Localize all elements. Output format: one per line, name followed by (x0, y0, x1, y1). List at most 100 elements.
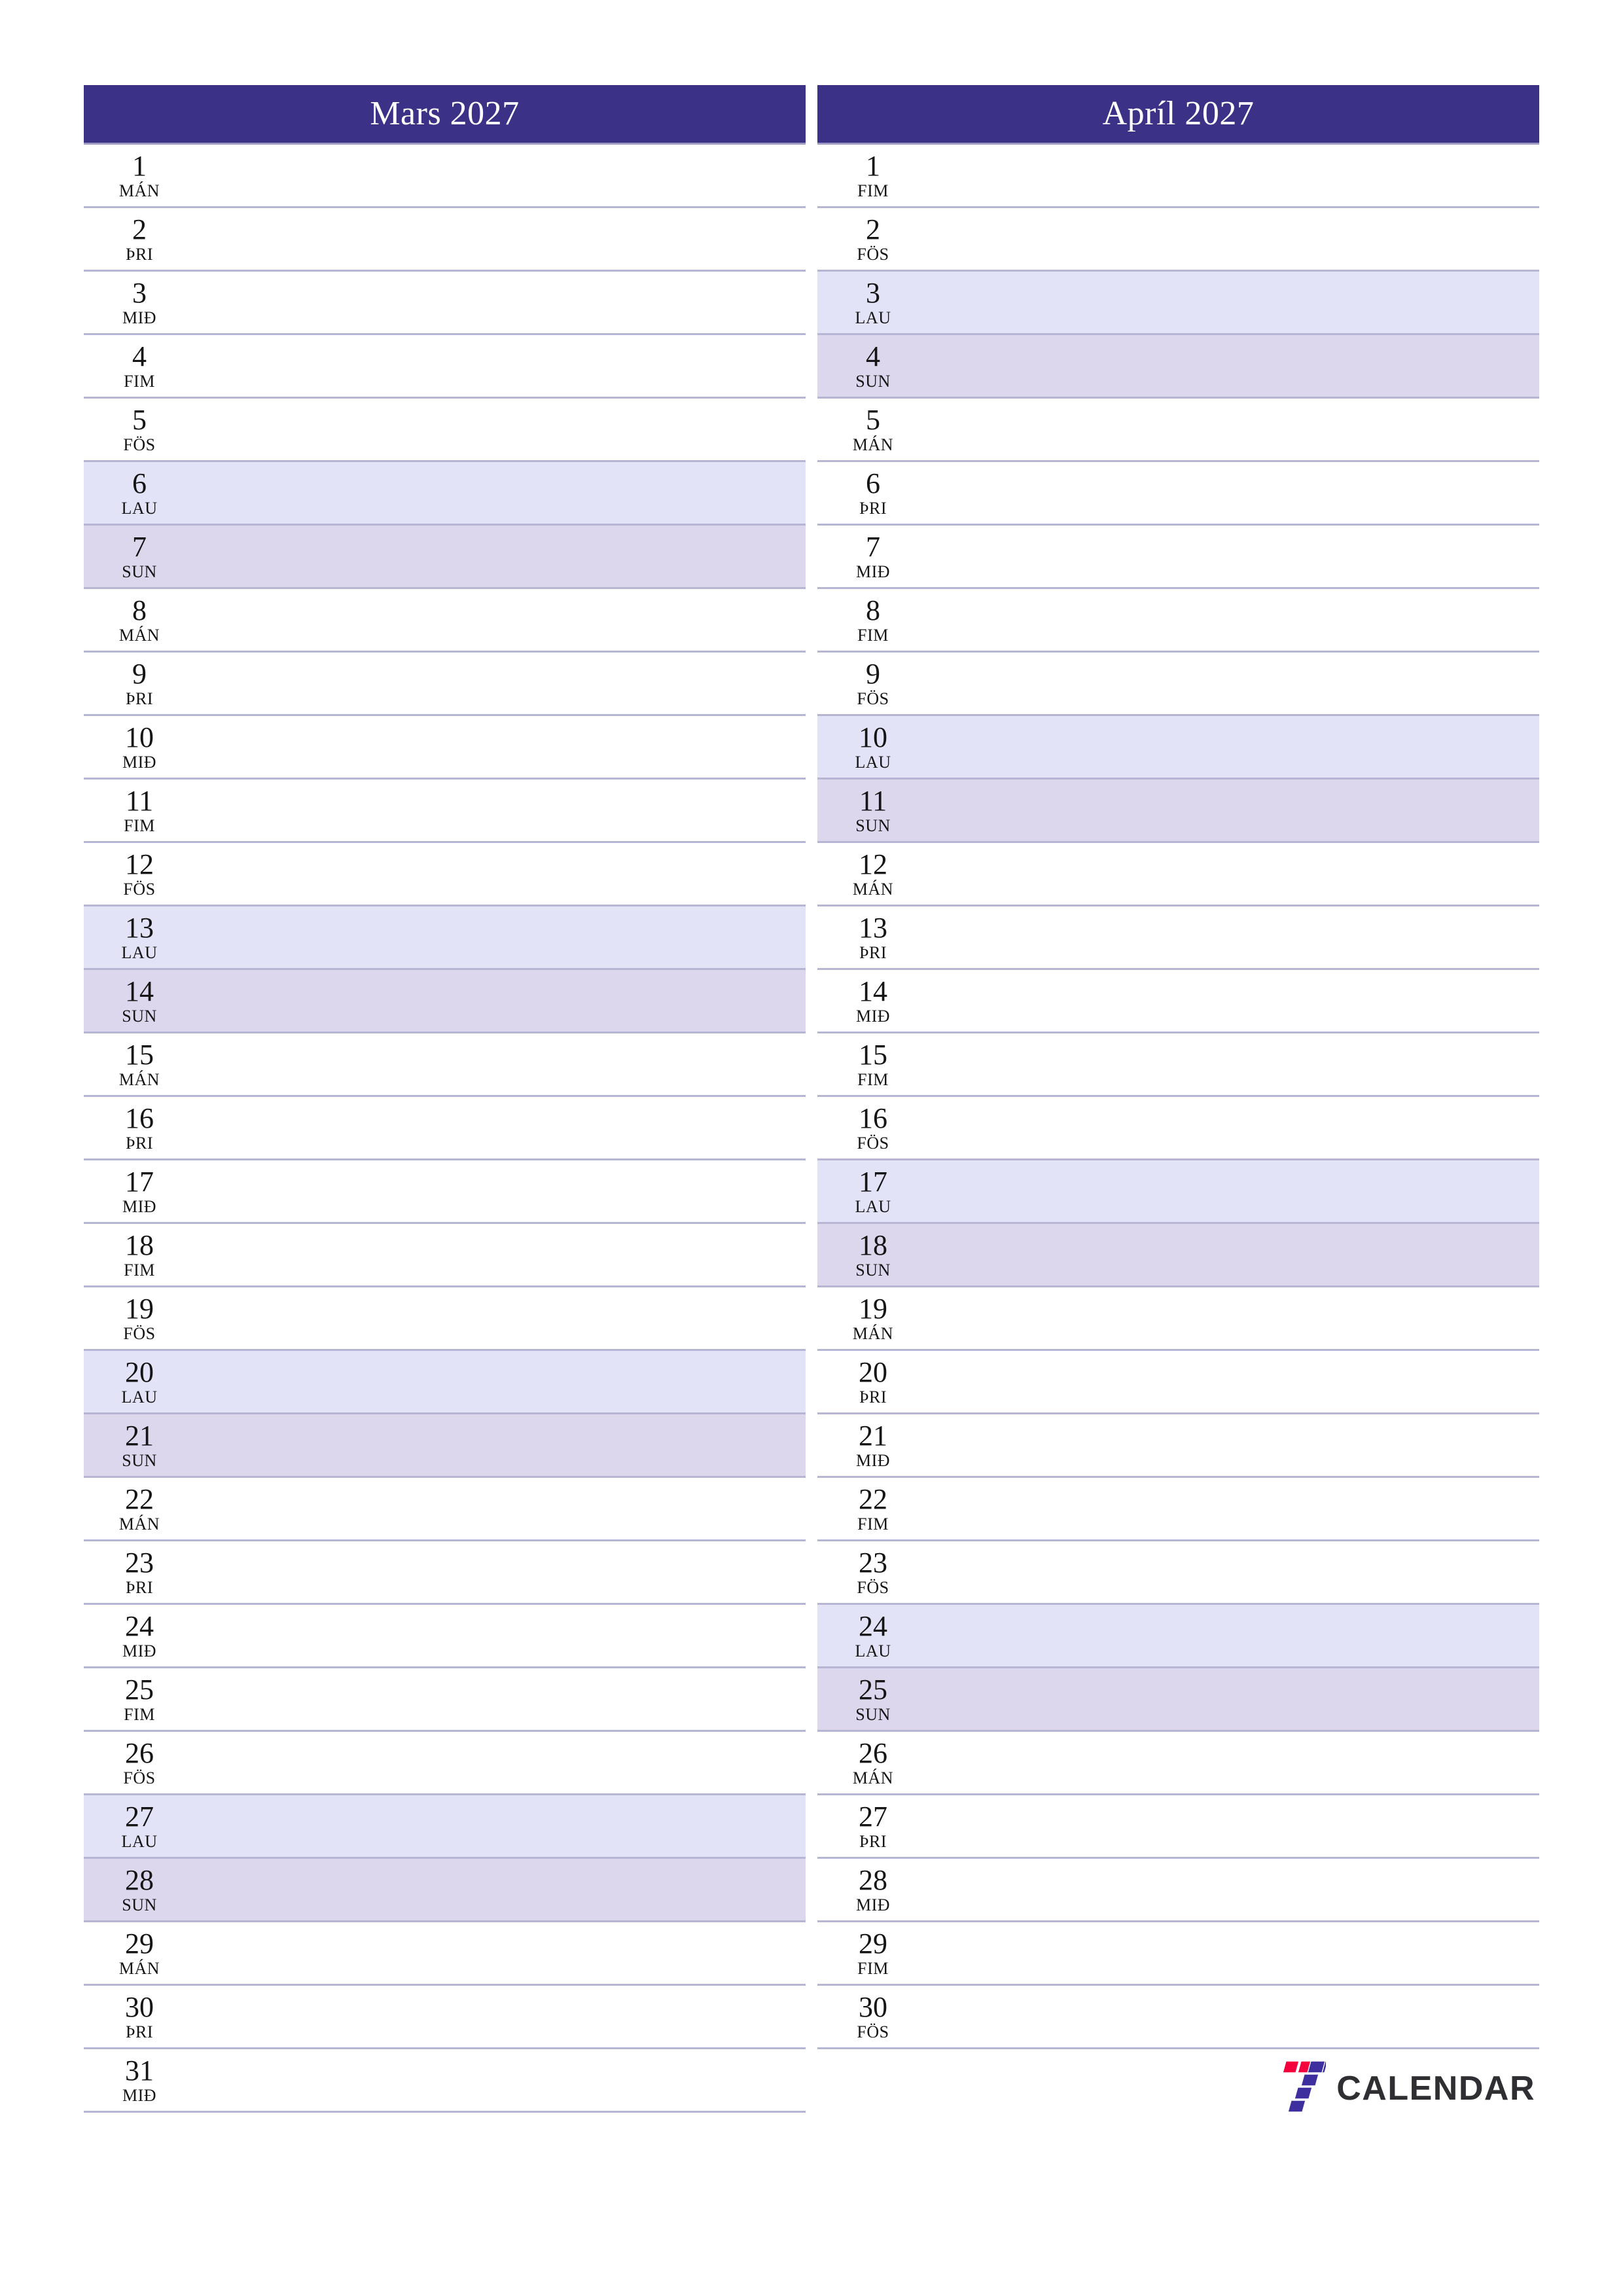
day-row[interactable]: 2 ÞRI (84, 208, 806, 272)
day-row[interactable]: 3 MIÐ (84, 272, 806, 335)
day-row[interactable]: 4 FIM (84, 335, 806, 399)
day-notes-area[interactable] (929, 1795, 1539, 1857)
day-row[interactable]: 6 LAU (84, 462, 806, 526)
day-notes-area[interactable] (195, 906, 806, 968)
day-row[interactable]: 5 FÖS (84, 399, 806, 462)
day-row[interactable]: 21 SUN (84, 1414, 806, 1478)
day-notes-area[interactable] (195, 970, 806, 1031)
day-row[interactable]: 8 FIM (817, 589, 1539, 653)
day-row[interactable]: 14 MIÐ (817, 970, 1539, 1033)
day-row[interactable]: 11 SUN (817, 780, 1539, 843)
day-notes-area[interactable] (195, 208, 806, 270)
day-row[interactable]: 3 LAU (817, 272, 1539, 335)
day-row[interactable]: 9 ÞRI (84, 653, 806, 716)
day-notes-area[interactable] (195, 399, 806, 460)
day-notes-area[interactable] (195, 1478, 806, 1539)
day-notes-area[interactable] (195, 1541, 806, 1603)
day-row[interactable]: 11 FIM (84, 780, 806, 843)
day-notes-area[interactable] (929, 1732, 1539, 1793)
day-notes-area[interactable] (195, 1986, 806, 2047)
day-notes-area[interactable] (195, 462, 806, 524)
day-notes-area[interactable] (929, 780, 1539, 841)
day-row[interactable]: 30 FÖS (817, 1986, 1539, 2049)
day-row[interactable]: 22 FIM (817, 1478, 1539, 1541)
day-notes-area[interactable] (929, 1859, 1539, 1920)
day-row[interactable]: 1 FIM (817, 145, 1539, 208)
day-row[interactable]: 17 MIÐ (84, 1160, 806, 1224)
day-notes-area[interactable] (195, 335, 806, 397)
day-row[interactable]: 26 MÁN (817, 1732, 1539, 1795)
day-notes-area[interactable] (195, 1732, 806, 1793)
day-notes-area[interactable] (195, 1097, 806, 1158)
day-row[interactable]: 21 MIÐ (817, 1414, 1539, 1478)
day-notes-area[interactable] (195, 1033, 806, 1095)
day-notes-area[interactable] (929, 1986, 1539, 2047)
day-notes-area[interactable] (195, 1668, 806, 1730)
day-row[interactable]: 7 MIÐ (817, 526, 1539, 589)
day-row[interactable]: 24 MIÐ (84, 1605, 806, 1668)
day-notes-area[interactable] (929, 1478, 1539, 1539)
day-row[interactable]: 28 MIÐ (817, 1859, 1539, 1922)
day-notes-area[interactable] (195, 843, 806, 905)
day-notes-area[interactable] (929, 145, 1539, 206)
day-row[interactable]: 17 LAU (817, 1160, 1539, 1224)
day-notes-area[interactable] (195, 1224, 806, 1285)
day-row[interactable]: 16 ÞRI (84, 1097, 806, 1160)
day-notes-area[interactable] (929, 1351, 1539, 1412)
day-notes-area[interactable] (929, 1922, 1539, 1984)
day-notes-area[interactable] (929, 1160, 1539, 1222)
day-notes-area[interactable] (195, 1922, 806, 1984)
day-notes-area[interactable] (929, 906, 1539, 968)
day-notes-area[interactable] (929, 1287, 1539, 1349)
day-row[interactable]: 18 FIM (84, 1224, 806, 1287)
day-notes-area[interactable] (929, 589, 1539, 651)
day-notes-area[interactable] (195, 1414, 806, 1476)
day-notes-area[interactable] (195, 653, 806, 714)
day-row[interactable]: 2 FÖS (817, 208, 1539, 272)
day-row[interactable]: 13 LAU (84, 906, 806, 970)
day-notes-area[interactable] (929, 462, 1539, 524)
day-row[interactable]: 27 ÞRI (817, 1795, 1539, 1859)
day-row[interactable]: 25 SUN (817, 1668, 1539, 1732)
day-row[interactable]: 15 MÁN (84, 1033, 806, 1097)
day-notes-area[interactable] (929, 970, 1539, 1031)
day-notes-area[interactable] (195, 780, 806, 841)
day-notes-area[interactable] (929, 653, 1539, 714)
day-notes-area[interactable] (195, 1795, 806, 1857)
day-row[interactable]: 19 MÁN (817, 1287, 1539, 1351)
day-row[interactable]: 29 MÁN (84, 1922, 806, 1986)
day-row[interactable]: 19 FÖS (84, 1287, 806, 1351)
day-notes-area[interactable] (195, 272, 806, 333)
day-row[interactable]: 31 MIÐ (84, 2049, 806, 2113)
day-row[interactable]: 10 LAU (817, 716, 1539, 780)
day-notes-area[interactable] (195, 526, 806, 587)
day-notes-area[interactable] (929, 399, 1539, 460)
day-notes-area[interactable] (929, 1097, 1539, 1158)
day-row[interactable]: 6 ÞRI (817, 462, 1539, 526)
day-notes-area[interactable] (929, 1668, 1539, 1730)
day-notes-area[interactable] (195, 1160, 806, 1222)
day-notes-area[interactable] (929, 1033, 1539, 1095)
day-notes-area[interactable] (929, 1224, 1539, 1285)
day-notes-area[interactable] (929, 526, 1539, 587)
day-notes-area[interactable] (929, 272, 1539, 333)
day-notes-area[interactable] (929, 843, 1539, 905)
day-notes-area[interactable] (929, 1605, 1539, 1666)
day-notes-area[interactable] (195, 1351, 806, 1412)
day-row[interactable]: 23 ÞRI (84, 1541, 806, 1605)
day-notes-area[interactable] (195, 716, 806, 778)
day-notes-area[interactable] (929, 716, 1539, 778)
day-row[interactable]: 12 MÁN (817, 843, 1539, 906)
day-row[interactable]: 16 FÖS (817, 1097, 1539, 1160)
day-notes-area[interactable] (929, 335, 1539, 397)
day-row[interactable]: 18 SUN (817, 1224, 1539, 1287)
day-row[interactable]: 8 MÁN (84, 589, 806, 653)
day-row[interactable]: 4 SUN (817, 335, 1539, 399)
day-row[interactable]: 30 ÞRI (84, 1986, 806, 2049)
day-notes-area[interactable] (929, 208, 1539, 270)
day-row[interactable]: 12 FÖS (84, 843, 806, 906)
day-row[interactable]: 27 LAU (84, 1795, 806, 1859)
day-notes-area[interactable] (195, 2049, 806, 2111)
day-row[interactable]: 14 SUN (84, 970, 806, 1033)
day-row[interactable]: 25 FIM (84, 1668, 806, 1732)
